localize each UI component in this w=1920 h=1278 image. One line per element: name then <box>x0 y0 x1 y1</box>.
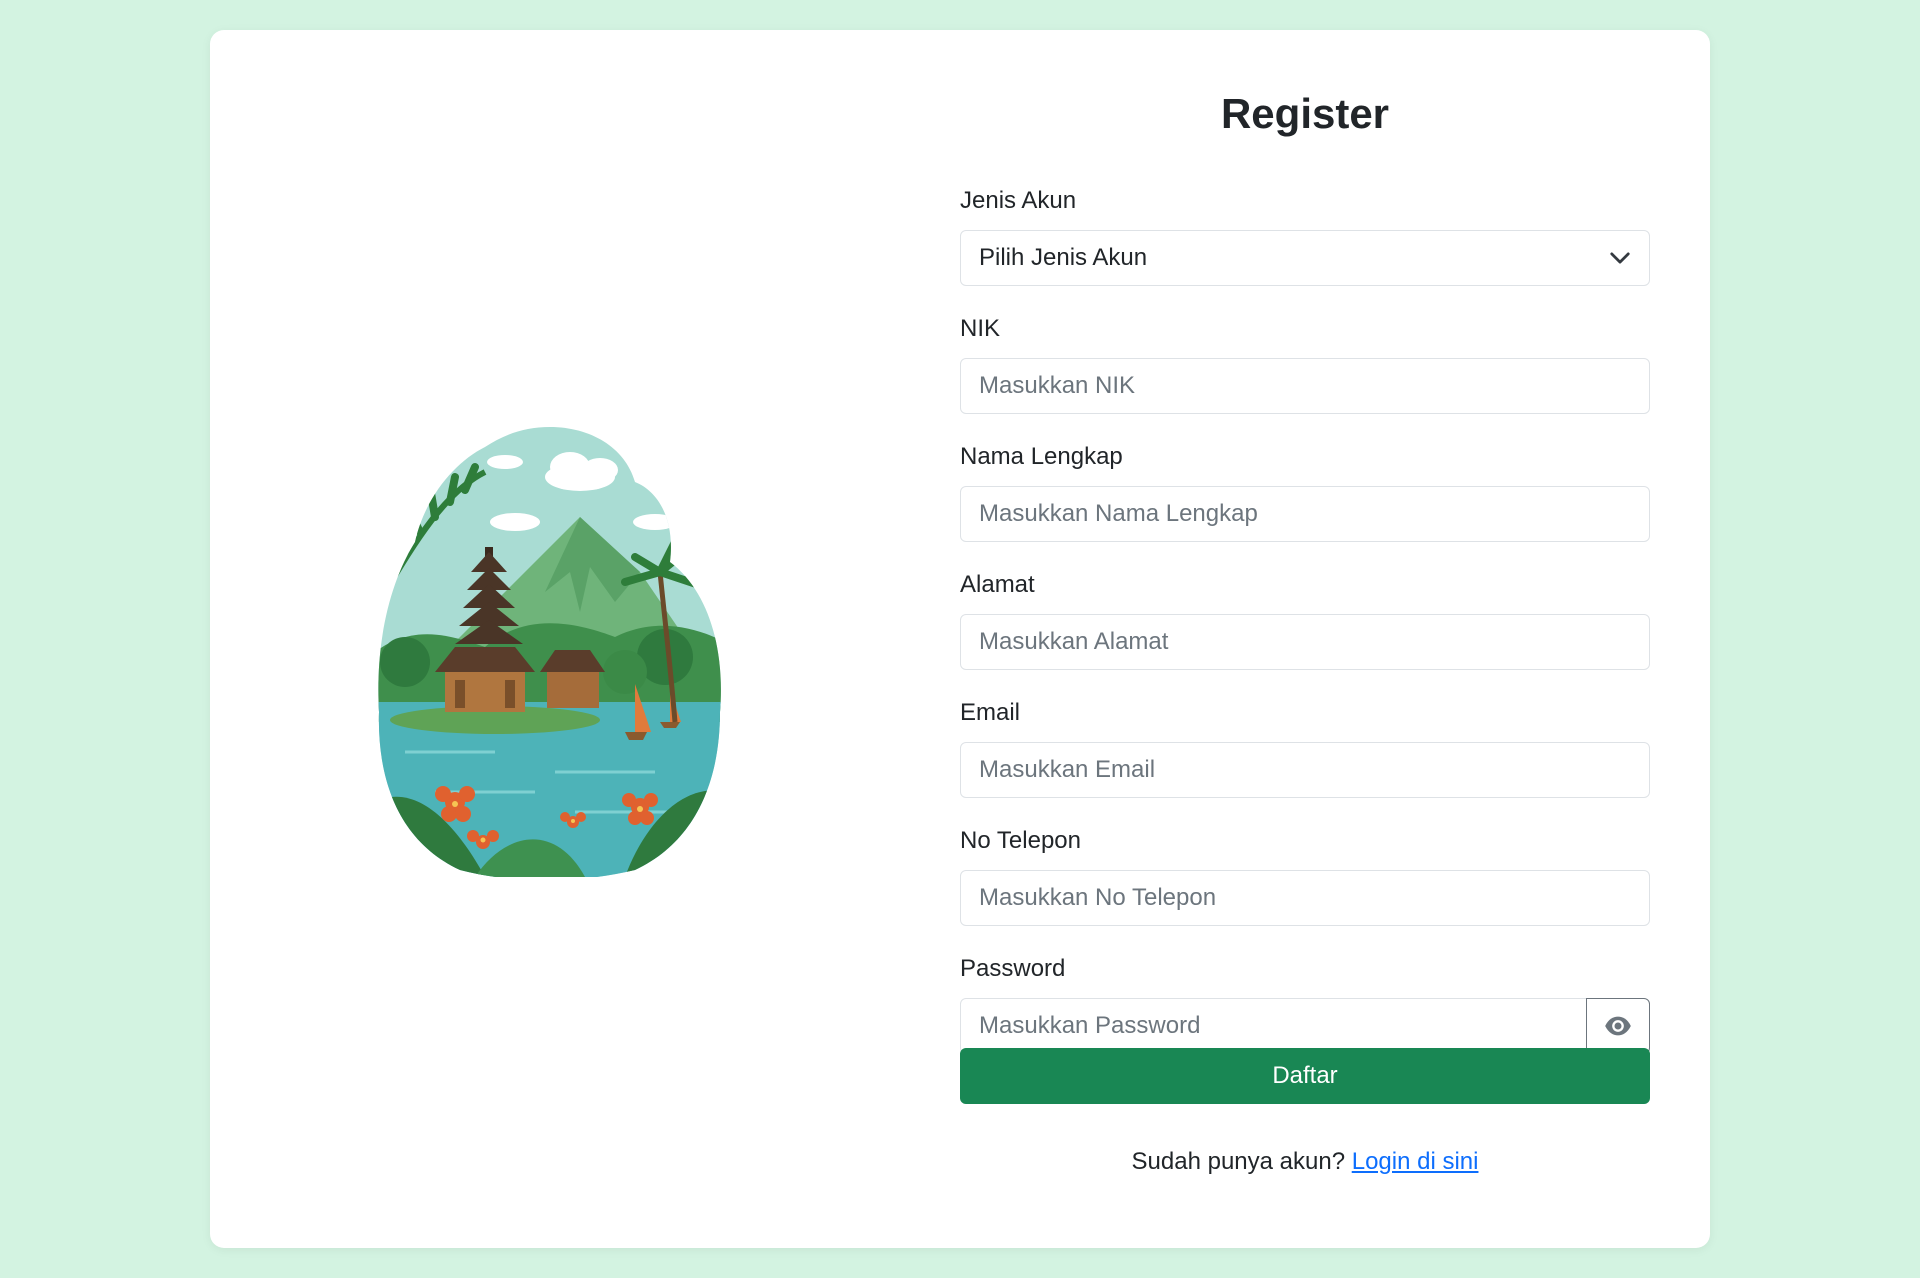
nik-label: NIK <box>960 315 1001 342</box>
chevron-down-icon <box>1610 252 1630 264</box>
page-title: Register <box>1220 90 1390 137</box>
bali-temple-illustration <box>378 427 721 877</box>
login-prompt-text: Sudah punya akun? <box>1131 1148 1346 1175</box>
account-type-select[interactable]: Pilih Jenis Akun <box>960 230 1650 286</box>
address-input[interactable] <box>960 614 1650 670</box>
address-label: Alamat <box>960 571 1035 598</box>
login-link[interactable]: Login di sini <box>1352 1148 1479 1175</box>
eye-icon <box>1605 1016 1631 1036</box>
phone-label: No Telepon <box>960 827 1081 854</box>
email-input[interactable] <box>960 742 1650 798</box>
login-prompt: Sudah punya akun? Login di sini <box>960 1148 1650 1176</box>
account-type-selected: Pilih Jenis Akun <box>979 244 1148 271</box>
full-name-label: Nama Lengkap <box>960 443 1123 470</box>
register-button[interactable]: Daftar <box>960 1048 1650 1104</box>
full-name-input[interactable] <box>960 486 1650 542</box>
register-card: Register Jenis Akun Pilih Jenis Akun NIK… <box>210 30 1710 1248</box>
account-type-label: Jenis Akun <box>960 187 1077 214</box>
password-input[interactable] <box>960 998 1587 1054</box>
password-label: Password <box>960 955 1066 982</box>
nik-input[interactable] <box>960 358 1650 414</box>
password-visibility-toggle[interactable] <box>1586 998 1650 1054</box>
email-label: Email <box>960 699 1021 726</box>
phone-input[interactable] <box>960 870 1650 926</box>
